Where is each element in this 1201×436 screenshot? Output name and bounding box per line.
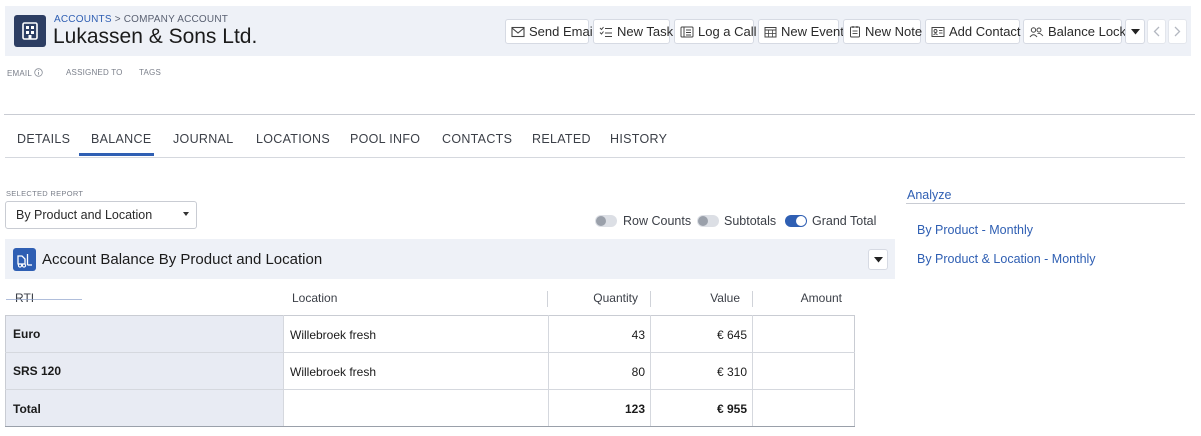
contact-card-icon bbox=[931, 26, 945, 37]
active-tab-indicator bbox=[79, 153, 154, 156]
breadcrumb: ACCOUNTS > COMPANY ACCOUNT bbox=[54, 14, 228, 25]
phone-log-icon bbox=[680, 26, 694, 37]
column-header-value[interactable]: Value bbox=[652, 291, 740, 305]
info-icon[interactable] bbox=[34, 68, 43, 77]
new-task-label: New Task bbox=[617, 24, 674, 39]
caret-down-icon bbox=[183, 212, 189, 216]
subtotals-toggle[interactable] bbox=[697, 215, 719, 227]
tab-related[interactable]: RELATED bbox=[532, 132, 591, 146]
column-header-location[interactable]: Location bbox=[292, 291, 337, 305]
tab-pool-info[interactable]: POOL INFO bbox=[350, 132, 420, 146]
column-divider bbox=[752, 291, 753, 307]
subtotals-label: Subtotals bbox=[724, 214, 777, 228]
total-row-quantity: 123 bbox=[624, 402, 645, 416]
balance-lock-button[interactable]: Balance Lock bbox=[1023, 19, 1126, 44]
grand-total-label: Grand Total bbox=[812, 214, 877, 228]
more-actions-button[interactable] bbox=[1125, 19, 1145, 44]
new-note-label: New Note bbox=[865, 24, 923, 39]
task-list-icon bbox=[599, 26, 612, 37]
toggle-knob bbox=[796, 216, 806, 226]
table-row-rti: Euro bbox=[13, 327, 41, 341]
building-icon bbox=[14, 15, 46, 47]
column-divider bbox=[650, 315, 651, 426]
analyze-link-by-product-monthly[interactable]: By Product - Monthly bbox=[917, 223, 1033, 237]
analyze-divider bbox=[906, 203, 1185, 204]
new-event-button[interactable]: New Event bbox=[758, 19, 844, 44]
log-a-call-button[interactable]: Log a Call bbox=[674, 19, 757, 44]
report-select[interactable]: By Product and Location bbox=[5, 201, 197, 229]
column-header-quantity[interactable]: Quantity bbox=[550, 291, 638, 305]
send-email-label: Send Email bbox=[529, 24, 596, 39]
column-divider bbox=[283, 315, 284, 426]
email-field: EMAIL bbox=[7, 68, 43, 78]
add-contact-label: Add Contact bbox=[949, 24, 1021, 39]
caret-down-icon bbox=[1130, 28, 1140, 34]
chevron-left-icon bbox=[1153, 26, 1160, 37]
selected-report-label: SELECTED REPORT bbox=[6, 189, 84, 198]
table-row-quantity: 43 bbox=[631, 328, 645, 342]
next-record-button[interactable] bbox=[1168, 19, 1187, 44]
analyze-link-by-product-location-monthly[interactable]: By Product & Location - Monthly bbox=[917, 252, 1096, 266]
assigned-to-label: ASSIGNED TO bbox=[66, 68, 123, 77]
page-title: Lukassen & Sons Ltd. bbox=[53, 25, 258, 48]
note-icon bbox=[850, 26, 860, 38]
table-row-value: € 645 bbox=[716, 328, 747, 342]
total-row-value: € 955 bbox=[716, 402, 747, 416]
send-email-button[interactable]: Send Email bbox=[505, 19, 595, 44]
toggle-knob bbox=[698, 216, 708, 226]
breadcrumb-accounts-link[interactable]: ACCOUNTS bbox=[54, 14, 112, 25]
total-row-label: Total bbox=[13, 402, 41, 416]
column-header-rti[interactable]: RTI bbox=[15, 291, 34, 305]
analyze-heading: Analyze bbox=[907, 188, 952, 202]
row-divider bbox=[5, 352, 855, 353]
balance-lock-label: Balance Lock bbox=[1048, 24, 1127, 39]
table-row-quantity: 80 bbox=[631, 365, 645, 379]
email-label: EMAIL bbox=[7, 69, 32, 78]
row-divider bbox=[5, 389, 855, 390]
forklift-icon bbox=[13, 248, 36, 271]
tab-locations[interactable]: LOCATIONS bbox=[256, 132, 330, 146]
table-row-location: Willebroek fresh bbox=[290, 365, 377, 379]
tab-contacts[interactable]: CONTACTS bbox=[442, 132, 512, 146]
new-note-button[interactable]: New Note bbox=[843, 19, 923, 44]
panel-title: Account Balance By Product and Location bbox=[42, 251, 323, 268]
new-event-label: New Event bbox=[781, 24, 844, 39]
tabs-divider bbox=[5, 157, 1185, 158]
tab-history[interactable]: HISTORY bbox=[610, 132, 667, 146]
divider bbox=[4, 114, 1195, 115]
breadcrumb-current: COMPANY ACCOUNT bbox=[123, 14, 229, 25]
tab-balance[interactable]: BALANCE bbox=[91, 132, 151, 146]
panel-menu-button[interactable] bbox=[868, 249, 888, 270]
log-a-call-label: Log a Call bbox=[698, 24, 757, 39]
table-bottom-border bbox=[5, 426, 855, 427]
table-row-location: Willebroek fresh bbox=[290, 328, 377, 342]
calendar-icon bbox=[764, 26, 777, 37]
column-divider bbox=[650, 291, 651, 307]
column-divider bbox=[547, 291, 548, 307]
row-counts-toggle[interactable] bbox=[595, 215, 617, 227]
tab-journal[interactable]: JOURNAL bbox=[173, 132, 233, 146]
breadcrumb-separator: > bbox=[114, 14, 121, 25]
users-lock-icon bbox=[1029, 26, 1044, 37]
column-divider bbox=[548, 315, 549, 426]
column-header-amount[interactable]: Amount bbox=[754, 291, 842, 305]
new-task-button[interactable]: New Task bbox=[593, 19, 674, 44]
tags-label: TAGS bbox=[139, 68, 161, 77]
previous-record-button[interactable] bbox=[1147, 19, 1166, 44]
table-row-rti: SRS 120 bbox=[13, 364, 62, 378]
envelope-icon bbox=[511, 26, 525, 37]
tab-details[interactable]: DETAILS bbox=[17, 132, 70, 146]
grand-total-toggle[interactable] bbox=[785, 215, 807, 227]
table-row-value: € 310 bbox=[716, 365, 747, 379]
chevron-right-icon bbox=[1174, 26, 1181, 37]
column-divider bbox=[752, 315, 753, 426]
toggle-knob bbox=[596, 216, 606, 226]
caret-down-icon bbox=[873, 256, 883, 262]
add-contact-button[interactable]: Add Contact bbox=[925, 19, 1021, 44]
column-header-underline bbox=[6, 299, 82, 300]
row-counts-label: Row Counts bbox=[623, 214, 692, 228]
